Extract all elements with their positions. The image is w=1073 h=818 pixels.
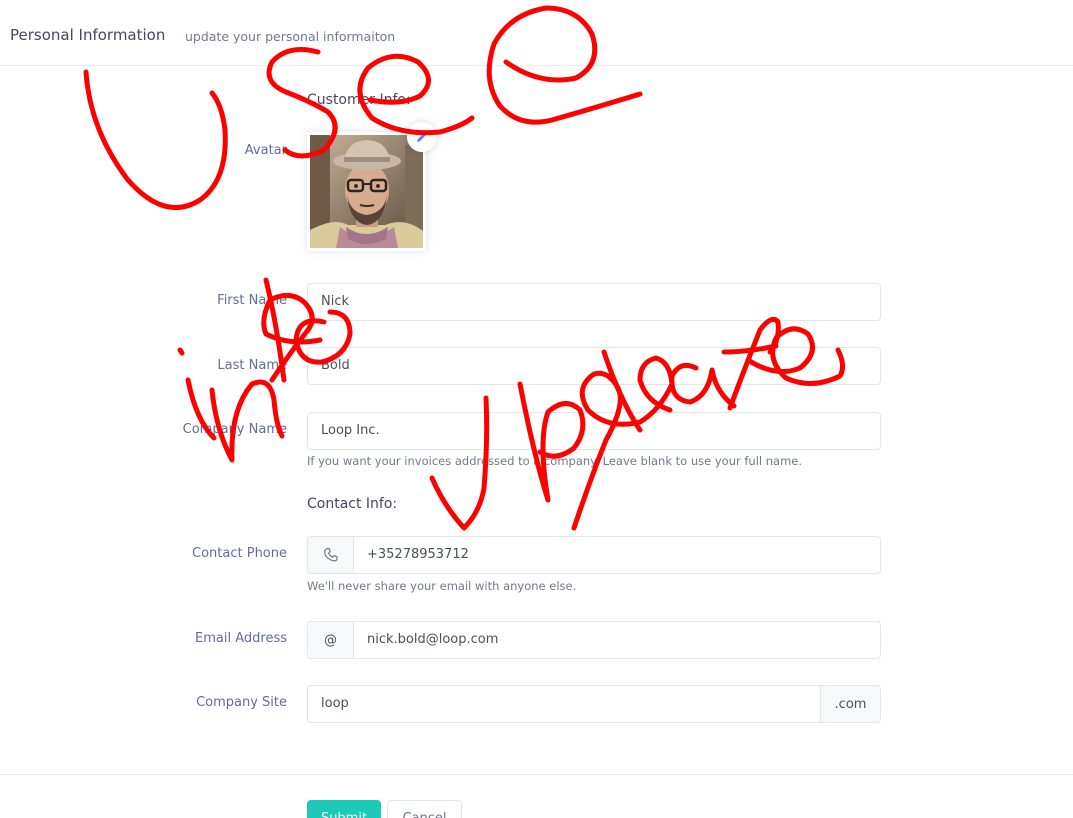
phone-icon xyxy=(323,547,338,562)
email-input[interactable]: nick.bold@loop.com xyxy=(354,622,880,658)
company-name-label: Company Name xyxy=(182,422,287,437)
submit-button[interactable]: Submit xyxy=(307,800,381,818)
contact-phone-label: Contact Phone xyxy=(192,546,287,561)
avatar[interactable] xyxy=(307,132,426,251)
personal-info-page: Personal Information update your persona… xyxy=(0,0,1073,818)
first-name-input[interactable]: Nick xyxy=(307,283,881,321)
annotation-letter-u xyxy=(83,69,228,210)
email-group: @ nick.bold@loop.com xyxy=(307,621,881,659)
company-name-input[interactable]: Loop Inc. xyxy=(307,412,881,450)
customer-info-heading: Customer Info: xyxy=(307,92,411,108)
cancel-button[interactable]: Cancel xyxy=(387,800,462,818)
avatar-image xyxy=(310,135,423,248)
contact-phone-help: We'll never share your email with anyone… xyxy=(307,579,577,593)
at-sign-icon: @ xyxy=(308,622,354,658)
page-title: Personal Information xyxy=(10,26,166,44)
avatar-edit-button[interactable] xyxy=(407,122,437,152)
page-subtitle: update your personal informaiton xyxy=(185,29,396,44)
company-site-group: loop .com xyxy=(307,685,881,723)
avatar-label: Avatar xyxy=(244,143,287,158)
annotation-letter-n xyxy=(209,379,285,463)
pencil-icon xyxy=(417,131,428,142)
footer-divider xyxy=(0,774,1073,775)
phone-addon xyxy=(308,537,354,573)
company-name-help: If you want your invoices addressed to a… xyxy=(307,454,803,468)
annotation-letter-i-dot xyxy=(177,347,185,356)
email-label: Email Address xyxy=(195,631,287,646)
last-name-label: Last Name xyxy=(217,358,287,373)
page-header: Personal Information update your persona… xyxy=(0,0,1073,66)
company-site-label: Company Site xyxy=(196,695,287,710)
contact-phone-group: +35278953712 xyxy=(307,536,881,574)
contact-info-heading: Contact Info: xyxy=(307,496,398,512)
company-site-input[interactable]: loop xyxy=(308,686,820,722)
contact-phone-input[interactable]: +35278953712 xyxy=(354,537,880,573)
last-name-input[interactable]: Bold xyxy=(307,347,881,385)
domain-suffix-addon: .com xyxy=(820,686,880,722)
first-name-label: First Name xyxy=(217,293,287,308)
